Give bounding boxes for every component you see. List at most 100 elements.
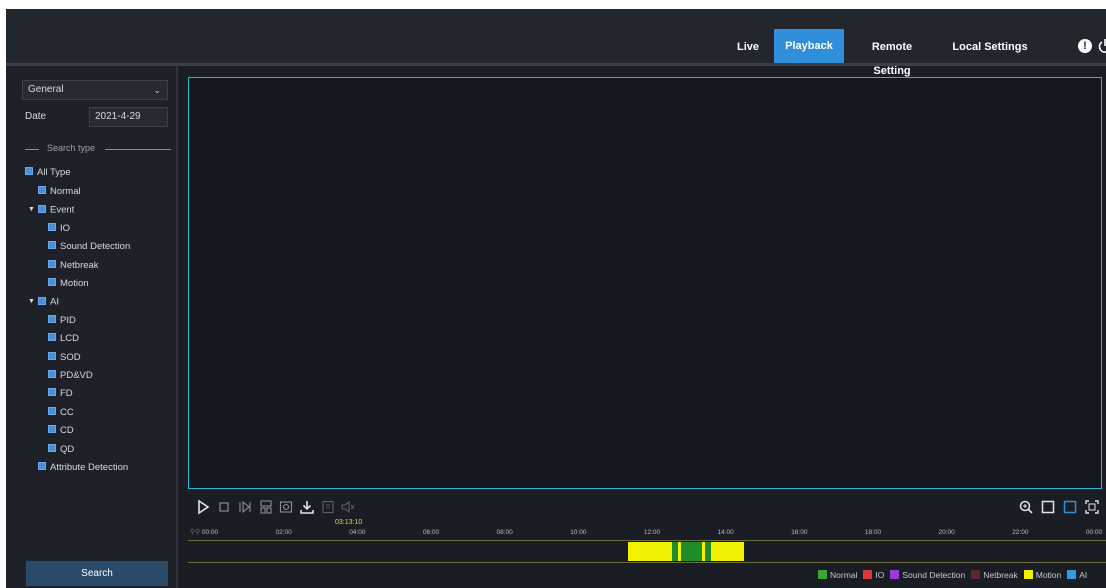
checkbox-icon[interactable]	[48, 425, 56, 434]
chevron-down-icon: ⌄	[153, 85, 161, 95]
video-playback-window[interactable]	[188, 77, 1102, 489]
frame-step-icon[interactable]	[237, 499, 253, 515]
legend-item: Netbreak	[971, 570, 1018, 580]
tree-item-cc[interactable]: CC	[48, 406, 74, 420]
tree-item-all-type[interactable]: All Type	[25, 166, 71, 180]
checkbox-icon[interactable]	[48, 223, 56, 232]
timeline-cursor-time: 03:13:10	[335, 519, 363, 526]
tree-item-sod[interactable]: SOD	[48, 351, 81, 365]
timeline-tick-label: 16:00	[791, 529, 808, 536]
legend-item: Normal	[818, 570, 857, 580]
tree-item-normal[interactable]: Normal	[38, 185, 81, 199]
tree-item-attribute-detection[interactable]: Attribute Detection	[38, 461, 128, 475]
play-icon[interactable]	[195, 499, 211, 515]
checkbox-icon[interactable]	[48, 315, 56, 324]
mute-icon[interactable]	[340, 499, 356, 515]
timeline-tick-label: 20:00	[938, 529, 955, 536]
clip-icon[interactable]	[320, 499, 336, 515]
checkbox-icon[interactable]	[48, 333, 56, 342]
checkbox-icon[interactable]	[38, 186, 46, 195]
legend-label: Netbreak	[983, 570, 1018, 580]
tree-item-netbreak[interactable]: Netbreak	[48, 259, 99, 273]
snapshot-icon[interactable]	[278, 499, 294, 515]
stop-icon[interactable]	[216, 499, 232, 515]
legend-label: IO	[875, 570, 885, 580]
timeline-tick-label: 00:00	[1085, 529, 1103, 536]
timeline-tick-label: 22:00	[1012, 529, 1029, 536]
tree-item-pid[interactable]: PID	[48, 314, 76, 328]
playback-timeline[interactable]: ⚲⚲ 03:13:10 00:00 02:00 04:00 06:00 08:00 10:…	[188, 518, 1106, 566]
record-type-legend: Normal IO Sound Detection Netbreak Motion AI	[818, 570, 1093, 582]
fit-screen-icon[interactable]	[1084, 499, 1100, 515]
timeline-tick-label: 08:00	[496, 529, 513, 536]
timeline-record-segment[interactable]	[680, 542, 702, 561]
window-icon[interactable]	[1040, 499, 1056, 515]
search-mode-select[interactable]: General ⌄	[22, 80, 168, 100]
nav-remote-setting[interactable]: Remote Setting	[852, 35, 932, 77]
checkbox-icon[interactable]	[38, 205, 46, 213]
tree-item-event[interactable]: ▼ Event	[28, 203, 74, 217]
legend-item: Sound Detection	[890, 570, 965, 580]
tree-item-sound-detection[interactable]: Sound Detection	[48, 240, 130, 254]
timeline-record-segment[interactable]	[628, 542, 673, 561]
checkbox-icon[interactable]	[48, 278, 56, 287]
checkbox-icon[interactable]	[48, 241, 56, 250]
checkbox-icon[interactable]	[48, 370, 56, 379]
legend-swatch	[818, 570, 827, 580]
caret-down-icon[interactable]: ▼	[28, 203, 36, 217]
nav-playback[interactable]: Playback	[774, 29, 844, 63]
search-sidebar: General ⌄ Date 2021-4-29 Search type All…	[6, 66, 178, 588]
checkbox-icon[interactable]	[38, 297, 46, 305]
checkbox-icon[interactable]	[25, 167, 33, 176]
checkbox-icon[interactable]	[38, 462, 46, 471]
legend-item: AI	[1067, 570, 1087, 580]
tree-item-qd[interactable]: QD	[48, 443, 74, 457]
split-icon[interactable]	[258, 499, 274, 515]
fullscreen-window-icon[interactable]	[1062, 499, 1078, 515]
search-button[interactable]: Search	[26, 561, 168, 586]
checkbox-icon[interactable]	[48, 388, 56, 397]
legend-label: Normal	[830, 570, 858, 580]
power-icon[interactable]	[1098, 38, 1106, 54]
legend-label: Motion	[1035, 570, 1062, 580]
legend-swatch	[1023, 570, 1033, 580]
date-label: Date	[25, 111, 47, 122]
timeline-tick-label: 02:00	[275, 529, 292, 536]
tree-item-pdvd[interactable]: PD&VD	[48, 369, 93, 383]
timeline-tick-label: 14:00	[717, 529, 734, 536]
caret-down-icon[interactable]: ▼	[28, 295, 36, 309]
tree-item-motion[interactable]: Motion	[48, 277, 89, 291]
tree-item-cd[interactable]: CD	[48, 424, 74, 438]
timeline-bottom-line	[188, 562, 1106, 563]
timeline-tick-label: 12:00	[643, 529, 661, 536]
tree-item-io[interactable]: IO	[48, 222, 70, 236]
download-icon[interactable]	[299, 499, 315, 515]
legend-swatch	[863, 570, 873, 580]
nav-local-settings[interactable]: Local Settings	[950, 35, 1030, 59]
legend-swatch	[890, 570, 900, 580]
timeline-zoom-icon[interactable]: ⚲⚲	[190, 528, 200, 536]
legend-swatch	[971, 570, 981, 580]
timeline-tick-label: 04:00	[349, 529, 366, 536]
tree-item-fd[interactable]: FD	[48, 387, 73, 401]
timeline-top-line	[188, 540, 1106, 541]
checkbox-icon[interactable]	[48, 444, 56, 453]
checkbox-icon[interactable]	[48, 407, 56, 416]
checkbox-icon[interactable]	[48, 260, 56, 269]
tree-item-lcd[interactable]: LCD	[48, 332, 79, 346]
zoom-icon[interactable]	[1018, 499, 1034, 515]
timeline-record-segment[interactable]	[710, 542, 745, 561]
timeline-tick-label: 10:00	[570, 529, 587, 536]
timeline-tick-label: 00:00	[201, 529, 219, 536]
search-type-divider: Search type	[25, 143, 171, 155]
legend-label: Sound Detection	[902, 570, 966, 580]
nav-live[interactable]: Live	[730, 35, 766, 59]
date-field[interactable]: 2021-4-29	[89, 107, 168, 127]
nvr-web-app: Live Playback Remote Setting Local Setti…	[6, 9, 1106, 588]
top-navigation-bar: Live Playback Remote Setting Local Setti…	[6, 9, 1106, 77]
alert-icon[interactable]: !	[1078, 39, 1092, 53]
checkbox-icon[interactable]	[48, 352, 56, 361]
legend-item: IO	[863, 570, 884, 580]
tree-item-ai[interactable]: ▼ AI	[28, 295, 59, 309]
legend-item: Motion	[1023, 570, 1062, 580]
